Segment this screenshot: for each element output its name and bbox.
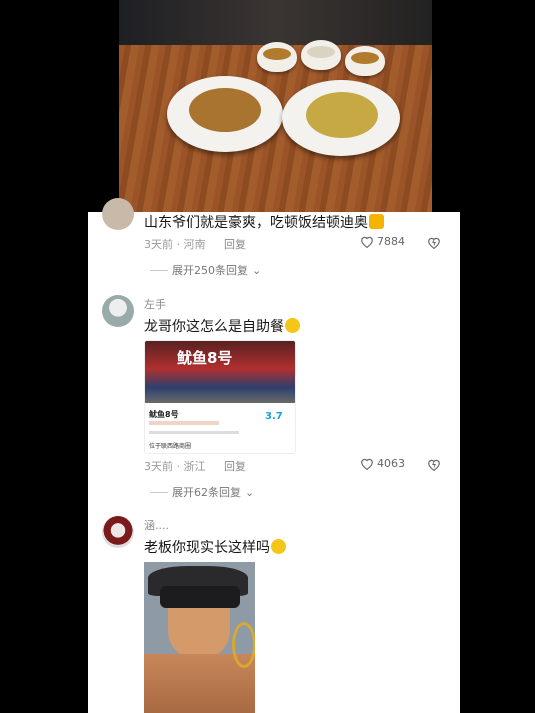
gold-chain [232, 622, 255, 668]
like-count: 7884 [377, 235, 405, 248]
divider-line [150, 269, 168, 271]
like-button[interactable]: 4063 [360, 457, 405, 470]
expand-replies[interactable]: 展开62条回复 ⌄ [150, 484, 254, 500]
bowl-left [257, 42, 297, 72]
thumbs-up-icon [369, 214, 384, 229]
comment-meta: 3天前 · 浙江 [144, 460, 206, 473]
expand-label: 展开250条回复 [172, 264, 248, 277]
dislike-icon[interactable] [427, 236, 441, 249]
chevron-down-icon: ⌄ [245, 485, 255, 499]
reply-button[interactable]: 回复 [224, 458, 246, 474]
dislike-icon[interactable] [427, 458, 441, 471]
comment-panel: 山东爷们就是豪爽，吃顿饭结顿迪奥 3天前 · 河南 回复 7884 展开250条… [88, 198, 460, 713]
comment-image[interactable]: 鱿鱼8号 鱿鱼8号 3.7 位于联西路商圈 [144, 340, 296, 454]
comment-text: 山东爷们就是豪爽，吃顿饭结顿迪奥 [144, 212, 384, 232]
avatar[interactable] [102, 295, 134, 327]
comment-image[interactable] [144, 562, 255, 713]
comment-nickname[interactable]: 涵.... [144, 517, 169, 533]
info-line [149, 431, 239, 434]
shop-sign: 鱿鱼8号 [177, 349, 233, 367]
comment-time: 3天前 [144, 460, 173, 473]
comment-time: 3天前 [144, 238, 173, 251]
shop-address: 位于联西路商圈 [149, 443, 192, 450]
shop-name: 鱿鱼8号 [149, 410, 179, 419]
heart-icon [361, 458, 373, 470]
divider-line [150, 491, 168, 493]
comment-meta: 3天前 · 河南 [144, 238, 206, 251]
expand-label: 展开62条回复 [172, 486, 241, 499]
like-button[interactable]: 7884 [360, 235, 405, 248]
laughing-face-icon [285, 318, 300, 333]
avatar[interactable] [102, 516, 134, 548]
plate-right [282, 80, 400, 156]
heart-icon [361, 236, 373, 248]
chevron-down-icon: ⌄ [252, 263, 262, 277]
expand-replies[interactable]: 展开250条回复 ⌄ [150, 262, 261, 278]
plate-left [167, 76, 283, 152]
rating: 3.7 [265, 411, 283, 422]
comment-location: 浙江 [183, 460, 206, 473]
info-line [149, 421, 219, 425]
comment-location: 河南 [183, 238, 206, 251]
comment-text: 龙哥你这怎么是自助餐 [144, 316, 300, 336]
bowl-middle [301, 40, 341, 70]
laughing-face-icon [271, 539, 286, 554]
bowl-right [345, 46, 385, 76]
like-count: 4063 [377, 457, 405, 470]
comment-text: 老板你现实长这样吗 [144, 537, 286, 557]
food-photo [119, 0, 432, 212]
reply-button[interactable]: 回复 [224, 236, 246, 252]
character-hair [160, 586, 240, 608]
avatar[interactable] [102, 198, 134, 230]
comment-nickname[interactable]: 左手 [144, 296, 166, 312]
